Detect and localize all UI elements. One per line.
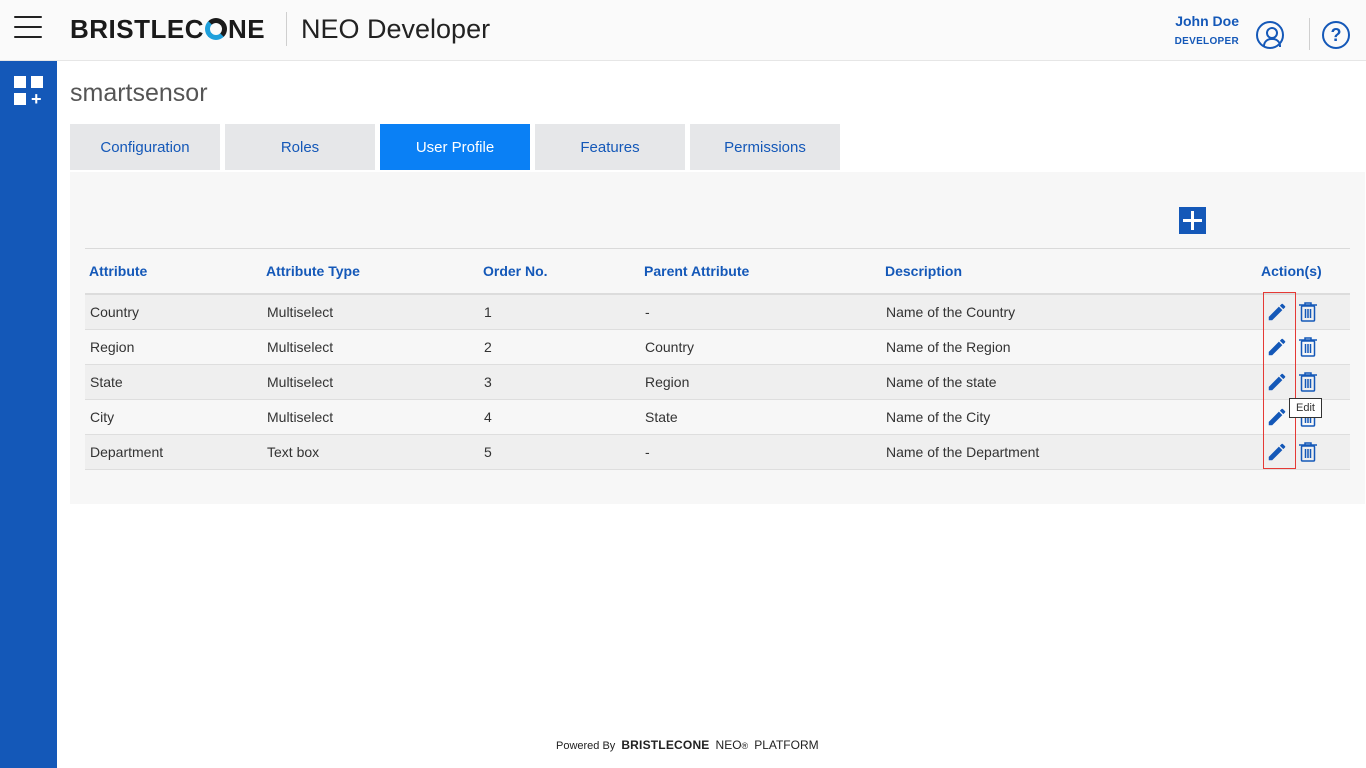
cell-parent-attribute: Region	[645, 374, 690, 390]
cell-description: Name of the Department	[886, 444, 1040, 460]
cell-attribute: Region	[90, 339, 135, 355]
pencil-edit-icon[interactable]	[1266, 371, 1288, 393]
cell-attribute: Country	[90, 304, 140, 320]
pencil-edit-icon[interactable]	[1266, 441, 1288, 463]
help-icon[interactable]: ?	[1322, 21, 1350, 49]
row-actions	[1257, 441, 1350, 463]
row-actions	[1257, 336, 1350, 358]
cell-attribute-type: Multiselect	[267, 409, 334, 425]
footer-powered-by: Powered By	[556, 740, 616, 752]
column-header-order-no[interactable]: Order No.	[479, 263, 640, 279]
page-title: smartsensor	[70, 79, 208, 107]
pencil-edit-icon[interactable]	[1266, 301, 1288, 323]
cell-description: Name of the Country	[886, 304, 1016, 320]
row-actions	[1257, 371, 1350, 393]
cell-order-no: 5	[484, 444, 492, 460]
cell-description: Name of the City	[886, 409, 991, 425]
tab-configuration[interactable]: Configuration	[70, 124, 220, 170]
cell-attribute: City	[90, 409, 115, 425]
cell-parent-attribute: -	[645, 444, 650, 460]
trash-delete-icon[interactable]	[1298, 441, 1318, 463]
cell-attribute: Department	[90, 444, 164, 460]
cell-description: Name of the Region	[886, 339, 1011, 355]
sidebar: +	[0, 61, 57, 768]
add-attribute-button[interactable]	[1179, 207, 1206, 234]
table-row: State Multiselect 3 Region Name of the s…	[85, 365, 1350, 400]
user-profile-icon[interactable]	[1256, 21, 1284, 49]
column-header-attribute-type[interactable]: Attribute Type	[262, 263, 479, 279]
cell-attribute: State	[90, 374, 123, 390]
footer-registered-mark: ®	[741, 741, 749, 751]
apps-add-icon[interactable]: +	[14, 76, 44, 108]
hamburger-menu-icon[interactable]	[14, 16, 42, 38]
cell-attribute-type: Text box	[267, 444, 320, 460]
cell-order-no: 1	[484, 304, 492, 320]
cell-description: Name of the state	[886, 374, 997, 390]
user-name: John Doe	[1175, 13, 1239, 29]
footer-brand: BRISTLECONE	[621, 738, 710, 752]
table-row: Region Multiselect 2 Country Name of the…	[85, 330, 1350, 365]
tab-bar: Configuration Roles User Profile Feature…	[70, 124, 845, 170]
user-profile-panel: Attribute Attribute Type Order No. Paren…	[70, 172, 1365, 504]
pencil-edit-icon[interactable]	[1266, 336, 1288, 358]
tab-features[interactable]: Features	[535, 124, 685, 170]
trash-delete-icon[interactable]	[1298, 336, 1318, 358]
table-row: Country Multiselect 1 - Name of the Coun…	[85, 295, 1350, 330]
cell-attribute-type: Multiselect	[267, 374, 334, 390]
edit-tooltip: Edit	[1289, 398, 1322, 418]
tab-roles[interactable]: Roles	[225, 124, 375, 170]
tab-permissions[interactable]: Permissions	[690, 124, 840, 170]
cell-order-no: 4	[484, 409, 492, 425]
cell-parent-attribute: Country	[645, 339, 695, 355]
table-header: Attribute Attribute Type Order No. Paren…	[85, 249, 1350, 295]
cell-attribute-type: Multiselect	[267, 339, 334, 355]
column-header-description[interactable]: Description	[881, 263, 1257, 279]
bristlecone-logo: BRISTLEC NE	[70, 13, 266, 44]
header-divider	[1309, 18, 1310, 50]
cell-order-no: 2	[484, 339, 492, 355]
cell-parent-attribute: -	[645, 304, 650, 320]
trash-delete-icon[interactable]	[1298, 371, 1318, 393]
footer-platform: PLATFORM	[754, 738, 819, 752]
user-role: DEVELOPER	[1174, 36, 1239, 47]
pencil-edit-icon[interactable]	[1266, 406, 1288, 428]
attributes-table: Attribute Attribute Type Order No. Paren…	[85, 248, 1350, 470]
table-row: City Multiselect 4 State Name of the Cit…	[85, 400, 1350, 435]
app-title: NEO Developer	[301, 14, 491, 44]
cell-attribute-type: Multiselect	[267, 304, 334, 320]
trash-delete-icon[interactable]	[1298, 301, 1318, 323]
footer: Powered By BRISTLECONE NEO ® PLATFORM	[556, 738, 819, 752]
cell-order-no: 3	[484, 374, 492, 390]
footer-neo: NEO	[715, 738, 742, 752]
column-header-attribute[interactable]: Attribute	[85, 263, 262, 279]
header-divider	[286, 12, 287, 46]
column-header-actions: Action(s)	[1261, 263, 1322, 279]
column-header-parent-attribute[interactable]: Parent Attribute	[640, 263, 881, 279]
row-actions	[1257, 301, 1350, 323]
cell-parent-attribute: State	[645, 409, 678, 425]
top-header: BRISTLEC NE NEO Developer John Doe DEVELO…	[0, 0, 1366, 61]
tab-user-profile[interactable]: User Profile	[380, 124, 530, 170]
table-row: Department Text box 5 - Name of the Depa…	[85, 435, 1350, 470]
